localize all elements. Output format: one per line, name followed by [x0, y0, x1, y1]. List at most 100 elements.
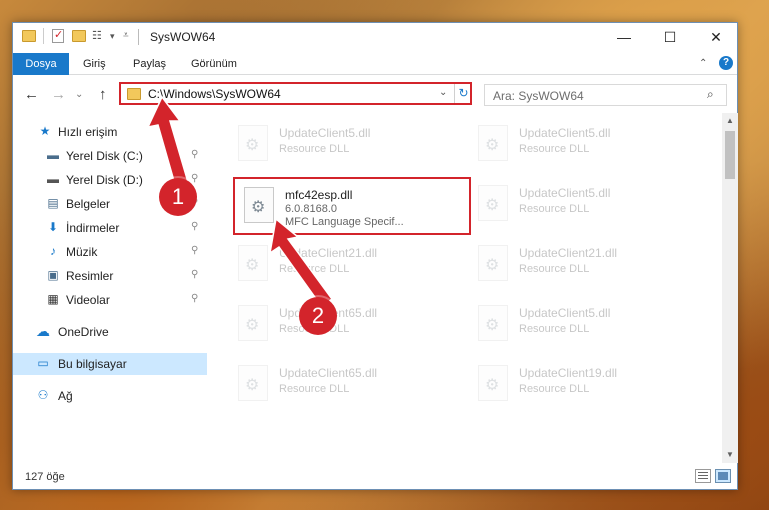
annotation-badge-1: 1	[159, 178, 197, 216]
sidebar-item-this-pc[interactable]: ▭ Bu bilgisayar	[13, 353, 207, 375]
vertical-scrollbar[interactable]: ▲ ▼	[722, 113, 738, 463]
file-name: mfc42esp.dll	[285, 188, 353, 202]
dll-file-icon: ⚙	[478, 365, 508, 401]
sidebar-item-label: Belgeler	[66, 197, 111, 211]
sidebar-item-label: Ağ	[58, 389, 73, 403]
sidebar-item-music[interactable]: ♪ Müzik ⚲	[13, 241, 207, 263]
file-description: Resource DLL	[279, 143, 350, 155]
help-icon[interactable]: ?	[719, 56, 733, 70]
sidebar-item-downloads[interactable]: ⬇ İndirmeler ⚲	[13, 217, 207, 239]
file-description: Resource DLL	[519, 143, 590, 155]
file-item[interactable]: ⚙ UpdateClient5.dll Resource DLL	[469, 297, 689, 347]
gear-icon: ⚙	[485, 317, 500, 334]
file-name: UpdateClient19.dll	[519, 366, 618, 380]
search-input[interactable]: Ara: SysWOW64 ⌕	[484, 84, 727, 106]
file-name: UpdateClient21.dll	[519, 246, 618, 260]
sidebar-item-pictures[interactable]: ▣ Resimler ⚲	[13, 265, 207, 287]
toolbar-divider	[43, 28, 44, 44]
sidebar-item-label: Yerel Disk (C:)	[66, 149, 143, 163]
sidebar-item-label: Müzik	[66, 245, 98, 259]
file-description: Resource DLL	[519, 323, 590, 335]
gear-icon: ⚙	[485, 257, 500, 274]
sidebar-item-network[interactable]: ⚇ Ağ	[13, 385, 207, 407]
file-name: UpdateClient5.dll	[519, 126, 611, 140]
tab-view[interactable]: Görünüm	[191, 53, 237, 75]
back-button[interactable]: ←	[24, 86, 39, 103]
refresh-button[interactable]: ↻	[454, 84, 472, 103]
search-icon[interactable]: ⌕	[707, 87, 714, 102]
network-icon: ⚇	[37, 388, 49, 402]
dll-file-icon: ⚙	[478, 185, 508, 221]
scroll-down-icon[interactable]: ▼	[722, 447, 738, 463]
tab-share[interactable]: Paylaş	[133, 53, 166, 75]
sidebar-item-label: İndirmeler	[66, 221, 120, 235]
pin-icon: ⚲	[191, 293, 199, 304]
collapse-ribbon-icon[interactable]: ⌃	[699, 58, 707, 69]
folder-icon	[22, 30, 36, 42]
explorer-window: ✓ ☷ ▾ ⩡ SysWOW64 — ☐ ✕ Dosya Giriş Payla…	[12, 22, 738, 490]
file-item[interactable]: ⚙ UpdateClient5.dll Resource DLL	[469, 117, 689, 167]
recent-locations-button[interactable]: ⌄	[75, 89, 83, 100]
tab-home[interactable]: Giriş	[83, 53, 106, 75]
gear-icon: ⚙	[245, 257, 260, 274]
dll-file-icon: ⚙	[478, 245, 508, 281]
file-description: Resource DLL	[519, 263, 590, 275]
up-button[interactable]: ↑	[99, 86, 107, 103]
gear-icon: ⚙	[245, 137, 260, 154]
quick-access-dropdown-icon[interactable]: ⩡	[123, 29, 133, 43]
drive-icon: ▬	[47, 148, 59, 162]
star-icon: ★	[39, 124, 51, 138]
sidebar-item-onedrive[interactable]: ☁ OneDrive	[13, 321, 207, 343]
close-button[interactable]: ✕	[693, 23, 739, 51]
gear-icon: ⚙	[485, 377, 500, 394]
file-item[interactable]: ⚙ UpdateClient5.dll Resource DLL	[469, 177, 689, 227]
file-item[interactable]: ⚙ UpdateClient5.dll Resource DLL	[229, 117, 449, 167]
chevron-down-icon[interactable]: ▾	[110, 29, 120, 43]
annotation-badge-2: 2	[299, 297, 337, 335]
details-view-icon[interactable]	[695, 469, 711, 483]
onedrive-icon: ☁	[36, 323, 50, 339]
video-icon: ▦	[47, 292, 59, 306]
gear-icon: ⚙	[485, 137, 500, 154]
dll-file-icon: ⚙	[238, 125, 268, 161]
gear-icon: ⚙	[245, 377, 260, 394]
minimize-button[interactable]: —	[601, 23, 647, 51]
file-name: UpdateClient5.dll	[279, 126, 371, 140]
file-item[interactable]: ⚙ UpdateClient65.dll Resource DLL	[229, 357, 449, 407]
customize-toolbar-icon[interactable]: ☷	[92, 29, 106, 43]
file-description: Resource DLL	[519, 203, 590, 215]
search-placeholder: Ara: SysWOW64	[493, 89, 584, 103]
file-name: UpdateClient5.dll	[519, 306, 611, 320]
status-bar: 127 öğe	[13, 463, 737, 489]
file-version: 6.0.8168.0	[285, 203, 337, 215]
computer-icon: ▭	[37, 356, 49, 370]
sidebar-item-videos[interactable]: ▦ Videolar ⚲	[13, 289, 207, 311]
item-count: 127 öğe	[25, 471, 65, 483]
dll-file-icon: ⚙	[238, 365, 268, 401]
annotation-arrow-2	[268, 217, 334, 309]
maximize-button[interactable]: ☐	[647, 23, 693, 51]
navigation-bar: ← → ⌄ ↑ C:\Windows\SysWOW64 ⌄ ↻ Ara: Sys…	[13, 76, 737, 113]
tab-file[interactable]: Dosya	[13, 53, 69, 75]
gear-icon: ⚙	[485, 197, 500, 214]
new-folder-icon[interactable]	[72, 30, 86, 42]
address-dropdown-icon[interactable]: ⌄	[439, 87, 447, 98]
file-description: Resource DLL	[519, 383, 590, 395]
gear-icon: ⚙	[245, 317, 260, 334]
file-item[interactable]: ⚙ UpdateClient19.dll Resource DLL	[469, 357, 689, 407]
window-title: SysWOW64	[150, 30, 216, 44]
file-item[interactable]: ⚙ UpdateClient21.dll Resource DLL	[469, 237, 689, 287]
sidebar-item-label: Resimler	[66, 269, 114, 283]
pin-icon: ⚲	[191, 245, 199, 256]
properties-icon[interactable]: ✓	[52, 29, 64, 43]
forward-button[interactable]: →	[51, 86, 66, 103]
music-icon: ♪	[50, 244, 56, 258]
pictures-icon: ▣	[47, 268, 59, 282]
documents-icon: ▤	[47, 196, 59, 210]
sidebar-item-label: Videolar	[66, 293, 110, 307]
scroll-up-icon[interactable]: ▲	[722, 113, 738, 129]
drive-icon: ▬	[47, 172, 59, 186]
tiles-view-icon[interactable]	[715, 469, 731, 483]
scrollbar-thumb[interactable]	[725, 131, 735, 179]
sidebar-item-label: Bu bilgisayar	[58, 357, 127, 371]
